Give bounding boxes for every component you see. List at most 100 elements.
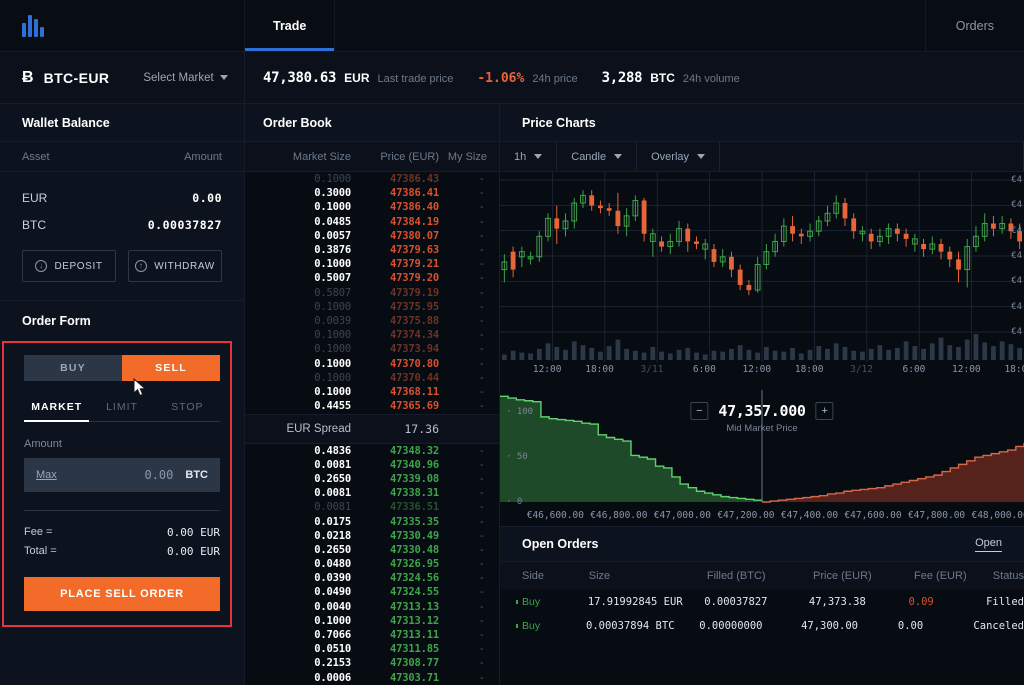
order-book-row[interactable]: 0.1000 47379.21 - [245, 257, 499, 271]
order-book-row[interactable]: 0.0480 47326.95 - [245, 557, 499, 571]
overlay-dropdown[interactable]: Overlay [637, 142, 721, 171]
order-book-asks[interactable]: 0.1000 47386.43 - 0.3000 47386.41 - 0.1000 4738… [245, 172, 499, 414]
ob-market-size: 0.0480 [314, 558, 351, 571]
order-book-row[interactable]: 0.5007 47379.20 - [245, 271, 499, 285]
order-book-row[interactable]: 0.0081 47340.96 - [245, 458, 499, 472]
oo-row-size: 17.91992845 EUR [587, 596, 683, 608]
chart-time-axis: 12:00 18:00 3/11 6:00 12:00 18:00 3/12 6:00 12:0… [500, 362, 1024, 380]
oo-row-status: Filled [986, 596, 1024, 608]
ob-my-size: - [478, 643, 485, 656]
ob-market-size: 0.0218 [314, 529, 351, 542]
withdraw-button[interactable]: ↑ WITHDRAW [128, 250, 222, 282]
wallet-amount: 0.00037827 [147, 217, 222, 232]
order-book-row[interactable]: 0.0510 47311.85 - [245, 642, 499, 656]
order-book-row[interactable]: 0.4455 47365.69 - [245, 399, 499, 413]
ob-my-size: - [478, 215, 485, 228]
order-book-row[interactable]: 0.0081 47336.51 - [245, 500, 499, 514]
order-book-row[interactable]: 0.4836 47348.32 - [245, 444, 499, 458]
order-book-row[interactable]: 0.0057 47380.07 - [245, 229, 499, 243]
order-book-row[interactable]: 0.0485 47384.19 - [245, 215, 499, 229]
ob-my-size: - [478, 572, 485, 585]
oo-row-filled: 0.00037827 [704, 596, 768, 608]
order-book-row[interactable]: 0.1000 47370.80 - [245, 356, 499, 370]
order-book-row[interactable]: 0.2650 47330.48 - [245, 543, 499, 557]
wallet-balance-title: Wallet Balance [0, 104, 244, 142]
tab-orders[interactable]: Orders [926, 0, 1024, 51]
order-book-row[interactable]: 0.1000 47370.44 - [245, 371, 499, 385]
order-book-row[interactable]: 0.0390 47324.56 - [245, 571, 499, 585]
oo-col-price: Price (EUR) [813, 570, 872, 582]
increase-zoom-button[interactable]: + [815, 402, 834, 420]
ob-market-size: 0.5807 [314, 286, 351, 299]
order-book-row[interactable]: 0.1000 47368.11 - [245, 385, 499, 399]
order-book-row[interactable]: 0.0081 47338.31 - [245, 486, 499, 500]
order-type-limit[interactable]: LIMIT [89, 395, 154, 421]
interval-dropdown[interactable]: 1h [500, 142, 558, 171]
ob-my-size: - [478, 558, 485, 571]
candlestick-chart[interactable]: €4 €4 €4 €4 €4 €4 €4 [500, 172, 1024, 362]
order-type-stop-label: STOP [171, 401, 204, 413]
change-24h-value: -1.06% [477, 70, 525, 86]
amount-input[interactable]: Max 0.00 BTC [24, 458, 220, 492]
chart-y-tick: €4 [1011, 327, 1022, 337]
trading-app: Trade Orders Ƀ BTC-EUR Select Market 47,… [0, 0, 1024, 685]
last-trade-price-value: 47,380.63 [263, 69, 337, 86]
depth-price-tick: €47,600.00 [844, 510, 902, 521]
open-orders-tab-open[interactable]: Open [975, 537, 1002, 552]
order-book-row[interactable]: 0.2153 47308.77 - [245, 656, 499, 670]
app-logo[interactable] [0, 0, 245, 51]
ob-price: 47373.94 [390, 343, 439, 356]
amount-value: 0.00 [144, 468, 174, 482]
place-sell-order-button[interactable]: PLACE SELL ORDER [24, 577, 220, 611]
order-book-row[interactable]: 0.1000 47313.12 - [245, 614, 499, 628]
order-book-row[interactable]: 0.0490 47324.55 - [245, 585, 499, 599]
chart-time-tick: 12:00 [742, 364, 772, 375]
tab-trade[interactable]: Trade [245, 0, 336, 51]
ob-my-size: - [478, 501, 485, 514]
order-type-stop[interactable]: STOP [155, 395, 220, 421]
order-book-row[interactable]: 0.3876 47379.63 - [245, 243, 499, 257]
open-orders-row[interactable]: Buy 17.91992845 EUR 0.00037827 47,373.38 0.0… [500, 590, 1024, 614]
order-book-row[interactable]: 0.1000 47373.94 - [245, 342, 499, 356]
ob-my-size: - [478, 543, 485, 556]
sell-tab[interactable]: SELL [122, 355, 220, 381]
order-book-row[interactable]: 0.7066 47313.11 - [245, 628, 499, 642]
top-navigation: Trade Orders [0, 0, 1024, 52]
order-type-market[interactable]: MARKET [24, 395, 90, 422]
order-book-row[interactable]: 0.2650 47339.08 - [245, 472, 499, 486]
bitcoin-icon: Ƀ [22, 68, 34, 86]
order-book-row[interactable]: 0.1000 47374.34 - [245, 328, 499, 342]
max-link[interactable]: Max [36, 469, 57, 481]
chart-toolbar: 1h Candle Overlay [500, 142, 1024, 172]
order-book-row[interactable]: 0.1000 47375.95 - [245, 300, 499, 314]
ob-market-size: 0.0175 [314, 515, 351, 528]
order-book-row[interactable]: 0.5807 47379.19 - [245, 286, 499, 300]
open-orders-row[interactable]: Buy 0.00037894 BTC 0.00000000 47,300.00 0.00… [500, 614, 1024, 638]
ob-market-size: 0.1000 [314, 329, 351, 342]
oo-col-side: Side [522, 570, 545, 582]
ob-price: 47313.11 [390, 629, 439, 642]
order-book-bids[interactable]: 0.4836 47348.32 - 0.0081 47340.96 - 0.2650 4733… [245, 444, 499, 685]
volume-24h-label: 24h volume [682, 72, 740, 85]
chart-time-tick: 18:00 [585, 364, 614, 375]
select-market-dropdown[interactable]: Select Market [143, 72, 228, 84]
ob-price: 47379.21 [390, 258, 439, 271]
order-book-row[interactable]: 0.0039 47375.88 - [245, 314, 499, 328]
oo-col-filled: Filled (BTC) [706, 570, 766, 582]
order-book-row[interactable]: 0.0218 47330.49 - [245, 529, 499, 543]
order-book-row[interactable]: 0.0006 47303.71 - [245, 671, 499, 685]
chart-type-dropdown[interactable]: Candle [557, 142, 638, 171]
buy-tab[interactable]: BUY [24, 355, 122, 381]
order-book-row[interactable]: 0.0175 47335.35 - [245, 514, 499, 528]
depth-chart[interactable]: · 100 · 50 · 0 − 47,357.000 + Mid Market P… [500, 380, 1024, 508]
order-book-row[interactable]: 0.1000 47386.43 - [245, 172, 499, 186]
ob-col-my-size: My Size [447, 150, 487, 163]
order-book-row[interactable]: 0.1000 47386.40 - [245, 200, 499, 214]
order-book-row[interactable]: 0.0040 47313.13 - [245, 600, 499, 614]
decrease-zoom-button[interactable]: − [690, 402, 709, 420]
deposit-button[interactable]: ↓ DEPOSIT [22, 250, 116, 282]
chart-time-tick: 18:00 [794, 364, 824, 375]
order-book-row[interactable]: 0.3000 47386.41 - [245, 186, 499, 200]
order-type-tabs: MARKET LIMIT STOP [24, 395, 220, 422]
ob-market-size: 0.1000 [314, 300, 351, 313]
